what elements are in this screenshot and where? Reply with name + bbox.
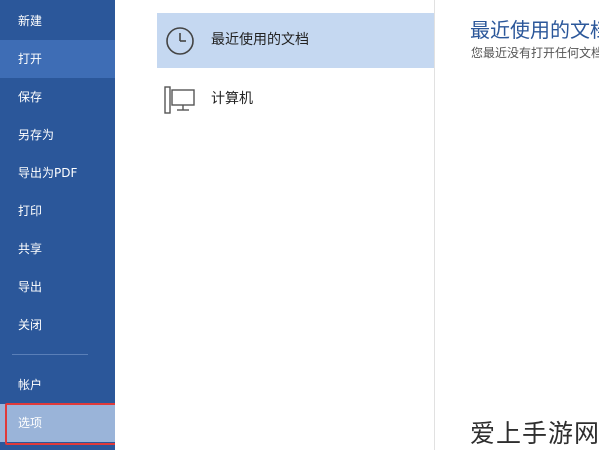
sidebar-item-label: 新建 [18, 14, 43, 28]
sidebar-item-export[interactable]: 导出 [0, 268, 115, 306]
place-recent-documents[interactable]: 最近使用的文档 [157, 13, 434, 68]
place-label: 最近使用的文档 [211, 32, 309, 48]
options-highlight-frame [5, 403, 123, 445]
sidebar-item-account[interactable]: 帐户 [0, 366, 115, 404]
sidebar-item-share[interactable]: 共享 [0, 230, 115, 268]
sidebar-item-close[interactable]: 关闭 [0, 306, 115, 344]
panel-divider [434, 0, 435, 450]
sidebar-item-open[interactable]: 打开 [0, 40, 115, 78]
content-title: 最近使用的文档 [470, 18, 599, 42]
sidebar-item-new[interactable]: 新建 [0, 2, 115, 40]
place-label: 计算机 [211, 91, 253, 107]
sidebar-item-label: 打开 [18, 52, 43, 66]
sidebar-item-print[interactable]: 打印 [0, 192, 115, 230]
sidebar-item-save-as[interactable]: 另存为 [0, 116, 115, 154]
sidebar-item-label: 共享 [18, 242, 43, 256]
sidebar-divider [12, 354, 88, 355]
sidebar-item-save[interactable]: 保存 [0, 78, 115, 116]
clock-icon [163, 24, 197, 58]
place-computer[interactable]: 计算机 [157, 72, 434, 127]
sidebar-item-export-pdf[interactable]: 导出为PDF [0, 154, 115, 192]
backstage-sidebar: 新建 打开 保存 另存为 导出为PDF 打印 共享 导出 关闭 帐户 选项 [0, 0, 115, 450]
watermark-logo-text: 爱上手游网 [470, 419, 599, 448]
sidebar-item-label: 打印 [18, 204, 43, 218]
sidebar-item-label: 导出 [18, 280, 43, 294]
content-description: 您最近没有打开任何文档。 [471, 46, 599, 60]
sidebar-item-label: 另存为 [18, 128, 55, 142]
sidebar-item-label: 保存 [18, 90, 43, 104]
sidebar-item-label: 关闭 [18, 318, 43, 332]
sidebar-item-label: 帐户 [18, 378, 43, 392]
sidebar-item-label: 导出为PDF [18, 166, 78, 180]
computer-icon [163, 83, 197, 117]
